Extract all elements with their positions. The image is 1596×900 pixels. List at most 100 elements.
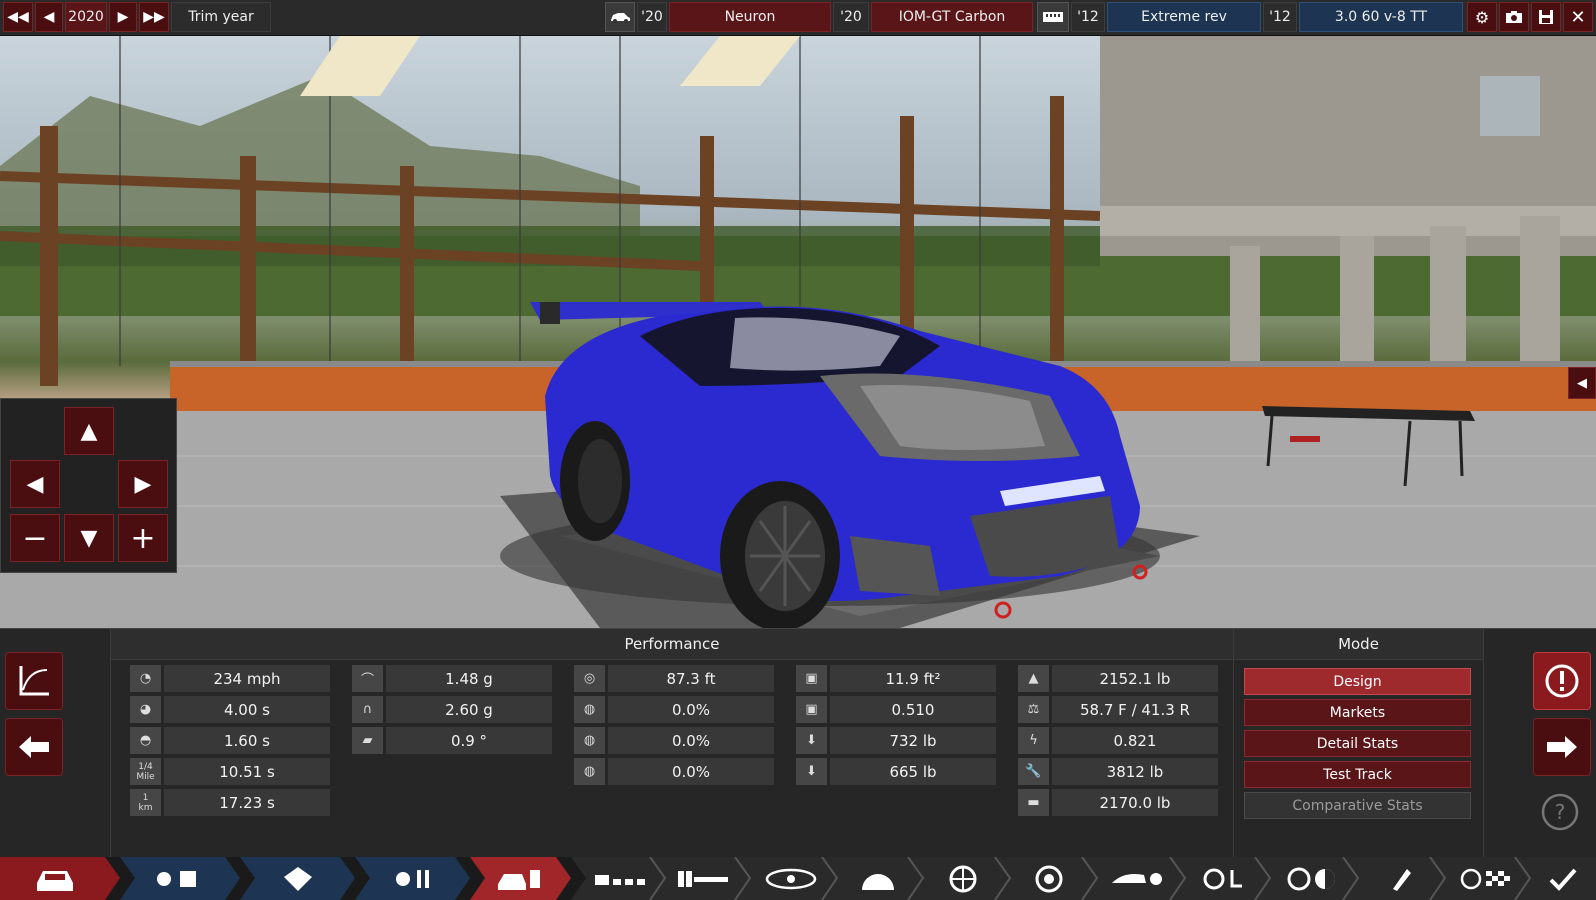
nav-test-drive[interactable] <box>1444 857 1529 900</box>
wrench-icon: 🔧 <box>1018 758 1049 785</box>
nav-chassis[interactable] <box>660 857 745 900</box>
engine-block-icon <box>1043 12 1063 22</box>
gauge-icon: ◓ <box>130 727 161 754</box>
stat-accel-0-30: ◓ 1.60 s <box>130 727 330 754</box>
close-button[interactable]: ✕ <box>1563 2 1593 32</box>
camera-down-button[interactable]: ▼ <box>64 514 114 562</box>
stat-brake-fade-1: ◍ 0.0% <box>574 696 774 723</box>
downforce-front-icon: ⬇ <box>796 727 827 754</box>
nav-tuning[interactable] <box>1356 857 1444 900</box>
zoom-out-button[interactable]: − <box>10 514 60 562</box>
lightning-icon: ϟ <box>1018 727 1049 754</box>
downforce-rear-icon: ⬇ <box>796 758 827 785</box>
nav-brakes[interactable] <box>1005 857 1093 900</box>
arrow-left-icon <box>19 736 49 758</box>
brake-disc-icon <box>1035 865 1063 892</box>
side-panel-toggle[interactable]: ◀ <box>1568 367 1596 399</box>
nav-safety[interactable] <box>1268 857 1356 900</box>
nav-finish[interactable] <box>1530 857 1596 900</box>
year-field[interactable]: 2020 <box>65 2 107 32</box>
help-button[interactable]: ? <box>1540 792 1580 832</box>
screenshot-button[interactable] <box>1499 2 1529 32</box>
performance-header: Performance <box>111 629 1233 660</box>
nav-body-shape[interactable] <box>748 857 833 900</box>
mode-design-button[interactable]: Design <box>1244 668 1471 695</box>
nav-suspension[interactable] <box>835 857 920 900</box>
rewind-icon: ◀◀ <box>7 9 29 25</box>
mode-test-track-button[interactable]: Test Track <box>1244 761 1471 788</box>
quarter-mile-icon: 1/4 Mile <box>130 758 161 785</box>
stat-tow-weight: 🔧 3812 lb <box>1018 758 1218 785</box>
engine-name-field[interactable]: 3.0 60 v-8 TT <box>1299 2 1463 32</box>
save-icon <box>1539 10 1553 24</box>
camera-left-button[interactable]: ◀ <box>10 460 60 508</box>
car-body-button[interactable] <box>605 2 635 32</box>
car-seats-icon <box>595 874 645 885</box>
warnings-button[interactable] <box>1533 652 1591 710</box>
cornering-high-icon: ∩ <box>352 696 383 723</box>
variant-name-field[interactable]: IOM-GT Carbon <box>871 2 1033 32</box>
chevron-left-icon: ◀ <box>1577 375 1587 391</box>
variant-year: '20 <box>833 2 869 32</box>
stat-cargo-weight: ▬ 2170.0 lb <box>1018 789 1218 816</box>
first-year-button[interactable]: ◀◀ <box>3 2 33 32</box>
brake-fade-icon: ◍ <box>574 758 605 785</box>
back-button[interactable] <box>5 718 63 776</box>
stat-frontal-area: ▣ 11.9 ft² <box>796 665 996 692</box>
engine-tuning-icon <box>395 869 429 888</box>
help-icon: ? <box>1541 793 1579 831</box>
car-front-icon: ▣ <box>796 665 827 692</box>
top-toolbar: ◀◀ ◀ 2020 ▶ ▶▶ Trim year '20 Neuron '20 … <box>0 0 1596 36</box>
engine-cylinders-icon <box>283 866 312 891</box>
next-year-button[interactable]: ▶ <box>109 2 137 32</box>
svg-text:?: ? <box>1555 800 1566 824</box>
aero-fan-icon <box>1112 872 1162 885</box>
next-button[interactable] <box>1533 718 1591 776</box>
nav-wheels[interactable] <box>920 857 1005 900</box>
car-front-icon <box>37 870 73 891</box>
nav-aero[interactable] <box>1093 857 1181 900</box>
nav-engine-layout[interactable] <box>245 857 350 900</box>
save-button[interactable] <box>1531 2 1561 32</box>
car-3d-viewport[interactable]: ▲ ◀ ▶ − ▼ + ◀ <box>0 36 1596 628</box>
engine-button[interactable] <box>1037 2 1069 32</box>
nav-engine-parts[interactable] <box>360 857 465 900</box>
stat-downforce-rear: ⬇ 665 lb <box>796 758 996 785</box>
stat-downforce-front: ⬇ 732 lb <box>796 727 996 754</box>
stat-weight: ▲ 2152.1 lb <box>1018 665 1218 692</box>
mode-header: Mode <box>1234 629 1483 660</box>
last-year-button[interactable]: ▶▶ <box>139 2 169 32</box>
brake-fade-icon: ◍ <box>574 696 605 723</box>
mode-detail-stats-button[interactable]: Detail Stats <box>1244 730 1471 757</box>
camera-up-button[interactable]: ▲ <box>64 407 114 455</box>
engine-year: '12 <box>1263 2 1297 32</box>
engine-family-field[interactable]: Extreme rev <box>1107 2 1261 32</box>
body-year: '20 <box>637 2 667 32</box>
fast-forward-icon: ▶▶ <box>143 9 165 25</box>
nav-drivetrain[interactable] <box>580 857 660 900</box>
graph-button[interactable] <box>5 652 63 710</box>
prev-year-button[interactable]: ◀ <box>35 2 63 32</box>
mode-comparative-stats-button[interactable]: Comparative Stats <box>1244 792 1471 819</box>
cornering-low-icon: ⌒ <box>352 665 383 692</box>
stat-body-roll: ▰ 0.9 ° <box>352 727 552 754</box>
graph-axes-icon <box>19 666 49 696</box>
stat-brake-fade-2: ◍ 0.0% <box>574 727 774 754</box>
camera-controls: ▲ ◀ ▶ − ▼ + <box>0 398 177 573</box>
mode-markets-button[interactable]: Markets <box>1244 699 1471 726</box>
info-panel: Performance Mode ◔ 234 mph ◕ 4.00 s ◓ 1.… <box>0 628 1596 858</box>
triangle-down-icon: ▼ <box>80 525 98 551</box>
stat-weight-distribution: ⚖ 58.7 F / 41.3 R <box>1018 696 1218 723</box>
nav-car-model[interactable] <box>0 857 110 900</box>
stat-accel-0-60: ◕ 4.00 s <box>130 696 330 723</box>
triangle-left-icon: ◀ <box>26 471 44 497</box>
car-front-icon: ▣ <box>796 696 827 723</box>
nav-interior[interactable] <box>1180 857 1268 900</box>
settings-button[interactable]: ⚙ <box>1467 2 1497 32</box>
body-name-field[interactable]: Neuron <box>669 2 831 32</box>
nav-engine-selection[interactable] <box>475 857 565 900</box>
brake-fade-icon: ◍ <box>574 727 605 754</box>
nav-engine-family[interactable] <box>125 857 230 900</box>
camera-right-button[interactable]: ▶ <box>118 460 168 508</box>
zoom-in-button[interactable]: + <box>118 514 168 562</box>
